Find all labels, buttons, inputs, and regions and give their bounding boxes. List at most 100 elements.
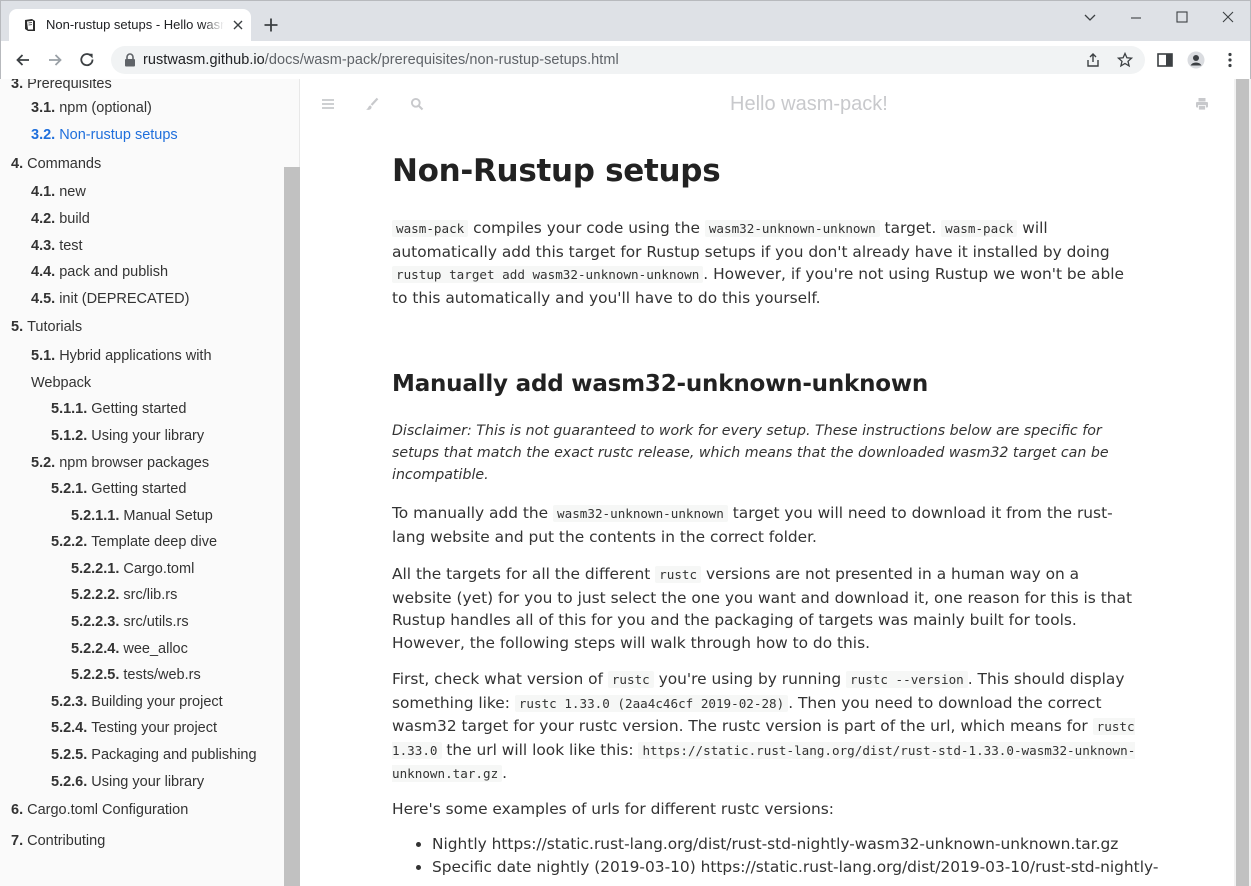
- sidebar-item[interactable]: 5.1.1. Getting started: [51, 400, 186, 418]
- tab-search-chevron-icon[interactable]: [1067, 5, 1113, 31]
- inline-code: rustc --version: [846, 671, 968, 688]
- back-arrow-icon[interactable]: [14, 51, 32, 69]
- browser-tab[interactable]: Non-rustup setups - Hello wasm-pack!: [9, 9, 251, 41]
- inline-code: rustc 1.33.0 (2aa4c46cf 2019-02-28): [514, 694, 789, 712]
- sidebar-item-number: 3.: [11, 79, 24, 92]
- url-path: /docs/wasm-pack/prerequisites/non-rustup…: [264, 52, 619, 68]
- sidebar-item[interactable]: 5.2.1. Getting started: [51, 480, 186, 498]
- sidebar-item-number: 5.2.2.2.: [71, 587, 120, 603]
- sidebar-item[interactable]: 5.2.6. Using your library: [51, 773, 204, 791]
- sidebar-item[interactable]: 5. Tutorials: [11, 318, 82, 336]
- sidebar-item[interactable]: 5.2.3. Building your project: [51, 693, 223, 711]
- profile-avatar-icon[interactable]: [1187, 51, 1205, 69]
- sidebar-item-label: test: [59, 238, 83, 254]
- sidebar-item-label: new: [59, 184, 86, 200]
- sidebar-item-number: 5.2.2.3.: [71, 614, 120, 630]
- share-icon[interactable]: [1085, 52, 1101, 68]
- sidebar-item-number: 4.4.: [31, 264, 56, 280]
- side-panel-icon[interactable]: [1156, 51, 1174, 69]
- inline-code: wasm-pack: [392, 220, 469, 237]
- toolbar: rustwasm.github.io/docs/wasm-pack/prereq…: [1, 41, 1250, 79]
- sidebar-item-label: Webpack: [31, 375, 92, 391]
- sidebar-item-label: Manual Setup: [123, 508, 213, 524]
- reload-icon[interactable]: [78, 51, 96, 69]
- intro-paragraph: wasm-pack compiles your code using the w…: [392, 219, 1124, 307]
- close-tab-icon[interactable]: [231, 18, 245, 32]
- sidebar-item[interactable]: 3.2. Non-rustup setups: [31, 126, 178, 144]
- sidebar-item[interactable]: 4.1. new: [31, 183, 86, 201]
- lock-icon[interactable]: [124, 53, 136, 67]
- sidebar-item-label: Tutorials: [27, 319, 83, 335]
- sidebar-item[interactable]: 3.1. npm (optional): [31, 99, 152, 117]
- sidebar-item-label: Template deep dive: [91, 534, 218, 550]
- list-item: Nightly https://static.rust-lang.org/dis…: [432, 833, 1142, 856]
- address-bar[interactable]: rustwasm.github.io/docs/wasm-pack/prereq…: [111, 46, 1145, 74]
- search-icon[interactable]: [410, 97, 424, 111]
- sidebar-item[interactable]: 5.2.2.2. src/lib.rs: [71, 586, 177, 604]
- sidebar-item-number: 5.2.2.4.: [71, 641, 120, 657]
- disclaimer-paragraph: Disclaimer: This is not guaranteed to wo…: [392, 423, 1109, 483]
- sidebar-scrollbar[interactable]: [284, 167, 300, 886]
- close-window-icon[interactable]: [1205, 5, 1251, 31]
- sidebar-item[interactable]: 5.2.2.3. src/utils.rs: [71, 613, 189, 631]
- sidebar-item[interactable]: 5.2.5. Packaging and publishing: [51, 746, 257, 764]
- inline-code: rustc: [607, 671, 654, 688]
- url-text[interactable]: rustwasm.github.io/docs/wasm-pack/prereq…: [143, 52, 619, 68]
- tab-title: Non-rustup setups - Hello wasm-pack!: [46, 17, 224, 32]
- hamburger-menu-icon[interactable]: [321, 97, 335, 111]
- sidebar-item-number: 5.2.2.1.: [71, 561, 120, 577]
- sidebar-item[interactable]: 5.2.2.1. Cargo.toml: [71, 560, 194, 578]
- page-scrollbar-thumb[interactable]: [1236, 79, 1249, 886]
- sidebar-item-number: 5.2.5.: [51, 747, 88, 763]
- targets-paragraph: All the targets for all the different ru…: [392, 565, 1132, 652]
- new-tab-icon[interactable]: [263, 17, 279, 33]
- paintbrush-theme-icon[interactable]: [365, 97, 379, 111]
- inline-code: wasm32-unknown-unknown: [704, 220, 880, 237]
- section-heading: Manually add wasm32-unknown-unknown: [392, 371, 929, 397]
- sidebar-item-label: Packaging and publishing: [91, 747, 257, 763]
- inline-code: wasm-pack: [941, 220, 1018, 237]
- sidebar-item[interactable]: 3. Prerequisites: [11, 79, 112, 93]
- sidebar-item-label: Getting started: [91, 481, 187, 497]
- forward-arrow-icon[interactable]: [46, 51, 64, 69]
- minimize-icon[interactable]: [1113, 5, 1159, 31]
- sidebar-item[interactable]: Webpack: [31, 374, 91, 392]
- sidebar-item[interactable]: 7. Contributing: [11, 832, 105, 850]
- sidebar-item-label: Contributing: [27, 833, 106, 849]
- sidebar-item[interactable]: 5.2.2.4. wee_alloc: [71, 640, 188, 658]
- sidebar-item-number: 4.3.: [31, 238, 56, 254]
- sidebar-item-label: Commands: [27, 156, 102, 172]
- sidebar-item[interactable]: 4.5. init (DEPRECATED): [31, 290, 189, 308]
- sidebar-item[interactable]: 5.1.2. Using your library: [51, 427, 204, 445]
- sidebar-item-label: Prerequisites: [27, 79, 112, 92]
- sidebar-item[interactable]: 5.2.2.5. tests/web.rs: [71, 666, 201, 684]
- page-viewport: 3. Prerequisites 3.1. npm (optional) 3.2. Non…: [0, 79, 1251, 886]
- manual-add-paragraph: To manually add the wasm32-unknown-unkno…: [392, 504, 1113, 546]
- kebab-menu-icon[interactable]: [1221, 51, 1239, 69]
- maximize-icon[interactable]: [1159, 5, 1205, 31]
- sidebar-item-label: tests/web.rs: [123, 667, 201, 683]
- sidebar-item-number: 5.2.1.: [51, 481, 88, 497]
- inline-code: https://static.rust-lang.org/dist/rust-s…: [392, 741, 1136, 783]
- sidebar-item-label: Cargo.toml: [123, 561, 195, 577]
- sidebar-item-number: 4.: [11, 156, 24, 172]
- sidebar-item-label: npm browser packages: [59, 455, 210, 471]
- sidebar-item[interactable]: 5.2.1.1. Manual Setup: [71, 507, 213, 525]
- sidebar-item-number: 3.2.: [31, 127, 56, 143]
- sidebar-item[interactable]: 5.2.2. Template deep dive: [51, 533, 217, 551]
- print-icon[interactable]: [1195, 97, 1209, 111]
- sidebar-item-number: 5.1.1.: [51, 401, 88, 417]
- sidebar-item[interactable]: 4.4. pack and publish: [31, 263, 168, 281]
- sidebar-item-number: 5.: [11, 319, 24, 335]
- sidebar-item[interactable]: 4.2. build: [31, 210, 90, 228]
- sidebar-item-number: 5.2.4.: [51, 720, 88, 736]
- sidebar-item-label: Using your library: [91, 428, 205, 444]
- sidebar-item[interactable]: 5.1. Hybrid applications with: [31, 347, 212, 365]
- sidebar-item[interactable]: 6. Cargo.toml Configuration: [11, 801, 188, 819]
- sidebar-item[interactable]: 5.2.4. Testing your project: [51, 719, 217, 737]
- sidebar-item[interactable]: 4.3. test: [31, 237, 83, 255]
- sidebar-item[interactable]: 4. Commands: [11, 155, 101, 173]
- rustc-version-paragraph: First, check what version of rustc you'r…: [392, 670, 1136, 783]
- sidebar-item[interactable]: 5.2. npm browser packages: [31, 454, 209, 472]
- bookmark-star-icon[interactable]: [1117, 52, 1133, 68]
